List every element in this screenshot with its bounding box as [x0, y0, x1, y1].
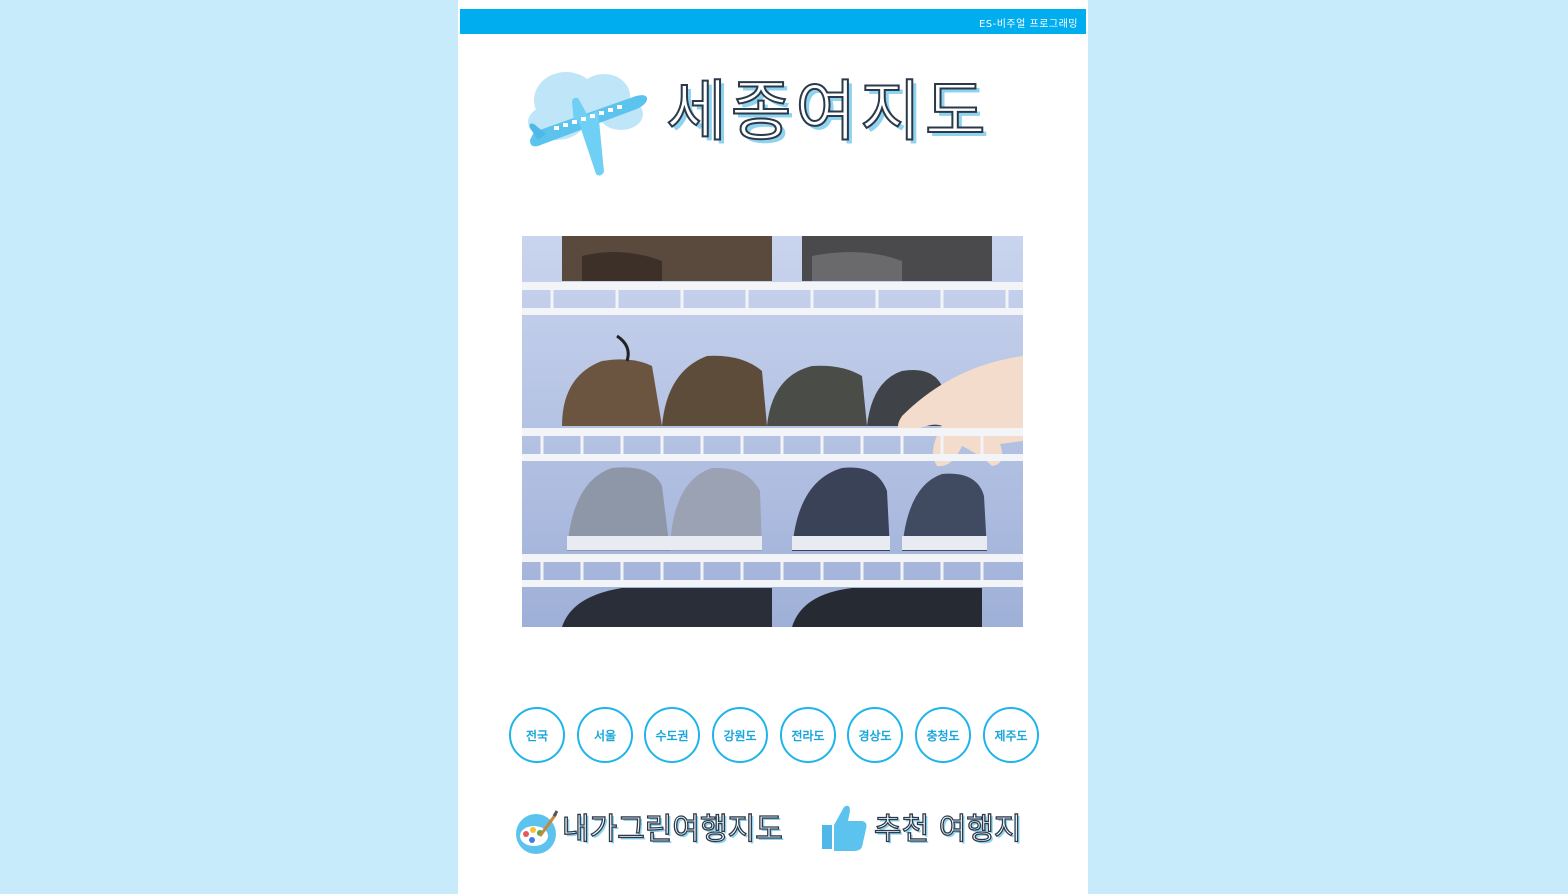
region-label: 경상도: [858, 728, 892, 743]
region-label: 전국: [525, 728, 549, 743]
site-logo[interactable]: 세종여지도: [526, 62, 987, 178]
my-travel-map-link[interactable]: 내가그린여행지도: [514, 800, 783, 860]
region-nav: 전국 서울 수도권 강원도 전라도 경상도 충청도 제주도: [509, 707, 1039, 763]
region-label: 서울: [593, 728, 617, 743]
recommended-destinations-link[interactable]: 추천 여행지: [820, 800, 1022, 860]
site-label: ES-비주얼 프로그래밍: [978, 19, 1078, 30]
site-title: 세종여지도: [665, 72, 990, 151]
shoe-rack-image: [522, 236, 1023, 627]
region-label: 전라도: [791, 728, 825, 743]
region-button-seoul[interactable]: 서울: [577, 707, 633, 763]
recommended-destinations-label: 추천 여행지: [873, 811, 1022, 847]
page-container: ES-비주얼 프로그래밍 세종여지도 전국 서울 수도권 강원도 전라도 경상도…: [458, 0, 1088, 894]
region-label: 수도권: [655, 728, 689, 743]
region-button-gangwon[interactable]: 강원도: [712, 707, 768, 763]
region-label: 제주도: [994, 728, 1028, 743]
region-button-jeju[interactable]: 제주도: [983, 707, 1039, 763]
airplane-cloud-icon: [528, 72, 648, 176]
region-button-nationwide[interactable]: 전국: [509, 707, 565, 763]
my-travel-map-label: 내가그린여행지도: [561, 811, 783, 847]
region-label: 충청도: [926, 728, 960, 743]
region-button-capital-area[interactable]: 수도권: [644, 707, 700, 763]
region-button-gyeongsang[interactable]: 경상도: [847, 707, 903, 763]
region-button-jeolla[interactable]: 전라도: [780, 707, 836, 763]
top-bar: ES-비주얼 프로그래밍: [460, 9, 1086, 34]
hero-photo: [522, 236, 1023, 627]
region-button-chungcheong[interactable]: 충청도: [915, 707, 971, 763]
thumbs-up-icon: [822, 805, 867, 851]
palette-icon: [516, 810, 558, 854]
region-label: 강원도: [723, 728, 757, 743]
